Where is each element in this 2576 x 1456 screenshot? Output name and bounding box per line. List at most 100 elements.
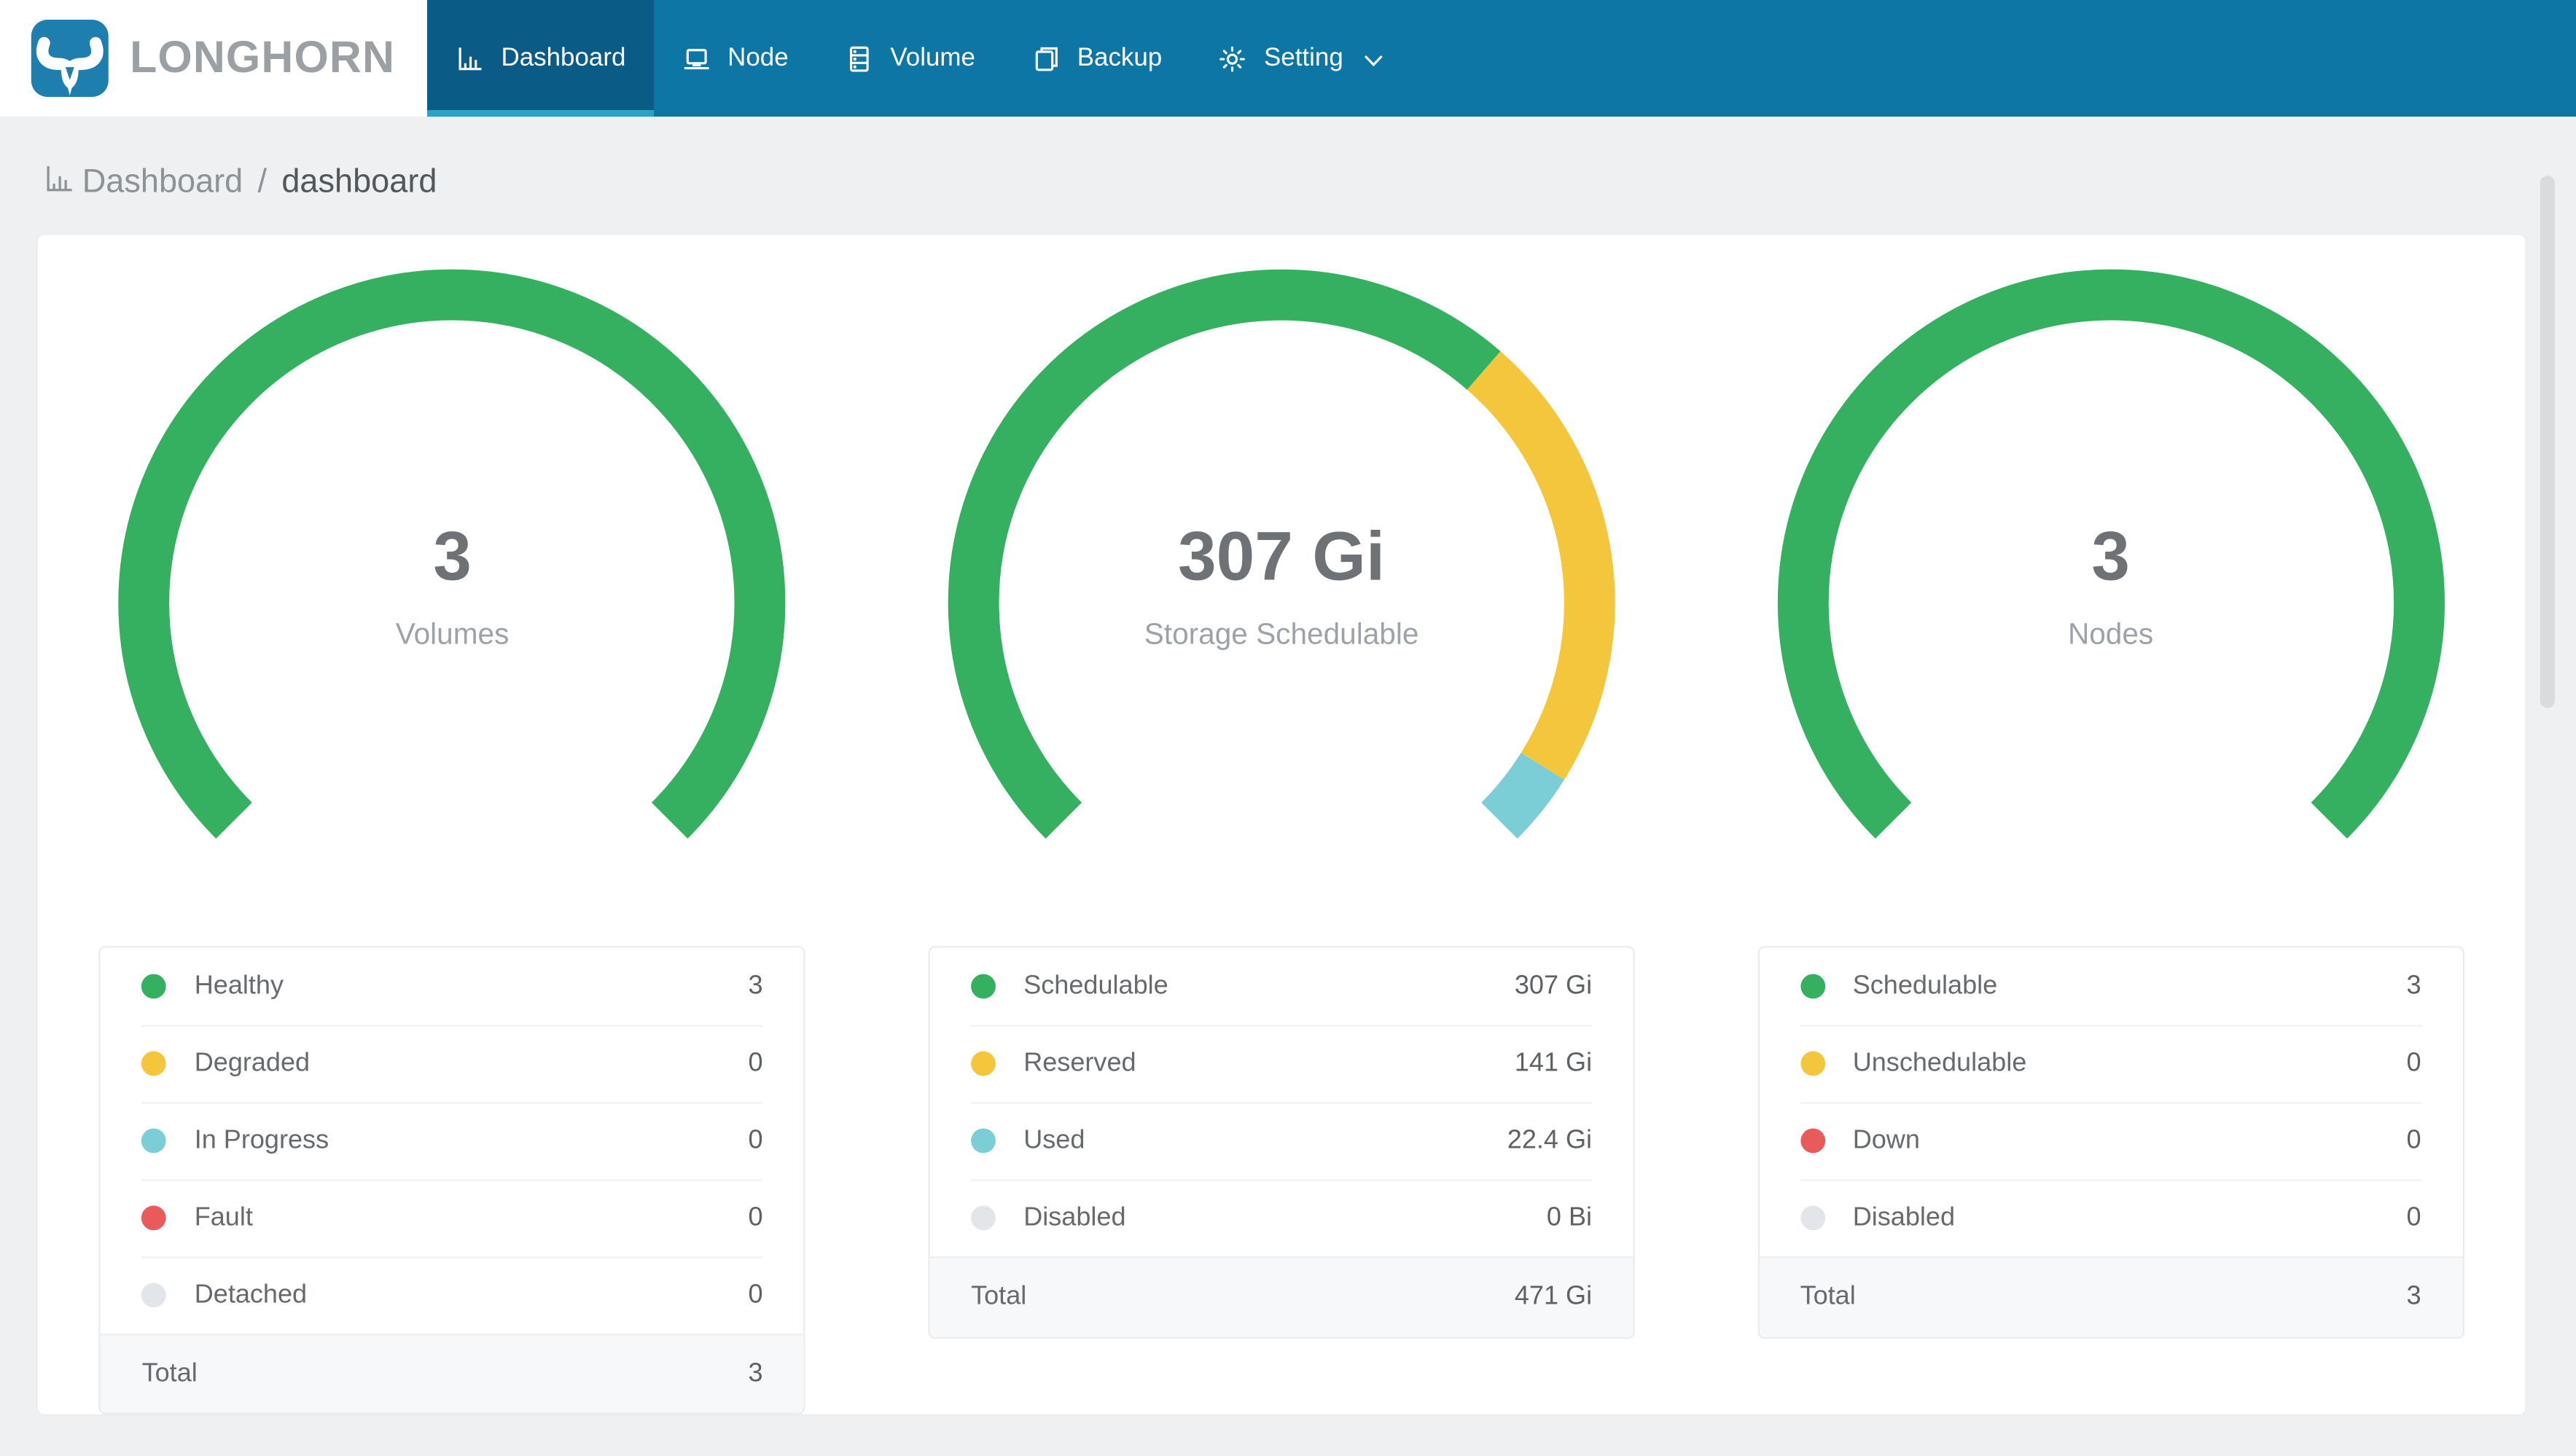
status-dot [1800,1128,1825,1154]
legend-value: 3 [748,971,763,1000]
legend-value: 0 [748,1126,763,1154]
legend-label: In Progress [194,1126,329,1154]
nav-item-label: Dashboard [501,43,626,72]
gauge-ring [948,269,1615,839]
storage-gauge: 307 Gi Storage Schedulable [945,266,1618,939]
status-dot [1800,974,1825,999]
legend-label: Schedulable [1023,971,1168,1000]
status-dot [141,1128,167,1154]
top-navbar: LONGHORN Dashboard Node Volume Backup Se… [0,0,2576,117]
legend-label: Disabled [1852,1203,1956,1232]
nav-item-dashboard[interactable]: Dashboard [427,0,654,117]
status-dot [141,1205,167,1231]
volumes-gauge: 3 Volumes [116,266,789,939]
legend-label: Reserved [1023,1049,1136,1077]
total-label: Total [141,1360,198,1388]
legend-value: 0 [748,1049,763,1077]
nav-item-setting[interactable]: Setting [1190,0,1411,117]
total-value: 3 [748,1360,763,1388]
copy-icon [1031,44,1061,74]
status-dot [141,1283,167,1308]
database-icon [844,44,874,74]
legend-value: 0 [748,1280,763,1309]
legend-label: Down [1852,1126,1920,1154]
legend-row: In Progress 0 [101,1102,804,1179]
legend-label: Schedulable [1852,971,1998,1000]
legend-value: 22.4 Gi [1507,1126,1593,1154]
legend-row: Unschedulable 0 [1759,1025,2462,1102]
gear-icon [1218,44,1248,74]
legend-label: Degraded [194,1049,311,1077]
brand-title: LONGHORN [130,33,396,82]
storage-column: 307 Gi Storage Schedulable Schedulable 3… [867,266,1695,1414]
legend-row: Reserved 141 Gi [930,1025,1634,1102]
legend-row: Schedulable 3 [1759,948,2462,1025]
total-value: 3 [2406,1283,2421,1311]
status-dot [1800,1205,1825,1231]
longhorn-logo-icon [31,20,109,97]
status-dot [1800,1051,1825,1076]
nav-item-volume[interactable]: Volume [816,0,1003,117]
legend-row: Down 0 [1759,1102,2462,1179]
total-label: Total [1800,1283,1856,1311]
nav-item-label: Backup [1077,43,1163,72]
legend-row: Healthy 3 [101,948,804,1025]
nodes-gauge: 3 Nodes [1774,266,2448,939]
longhorn-dashboard-page: LONGHORN Dashboard Node Volume Backup Se… [0,0,2576,1456]
scrollbar-thumb[interactable] [2540,176,2555,708]
brand[interactable]: LONGHORN [0,0,428,117]
legend-row: Disabled 0 Bi [930,1179,1634,1256]
legend-label: Detached [194,1280,308,1309]
status-dot [141,974,167,999]
status-dot [971,1051,996,1076]
breadcrumb-current: dashboard [281,163,437,200]
legend-label: Healthy [194,971,284,1000]
nav-item-label: Setting [1263,43,1343,72]
legend-value: 0 [2406,1203,2421,1232]
bar-chart-icon [455,44,485,74]
status-dot [971,1205,996,1231]
legend-row: Detached 0 [101,1256,804,1334]
legend-label: Unschedulable [1852,1049,2027,1077]
legend-row: Fault 0 [101,1179,804,1256]
nodes-legend-table: Schedulable 3 Unschedulable 0 Down 0 Dis… [1757,946,2464,1339]
legend-value: 307 Gi [1514,971,1593,1000]
total-value: 471 Gi [1514,1283,1593,1311]
status-dot [971,1128,996,1154]
nav-item-backup[interactable]: Backup [1003,0,1190,117]
legend-total-row: Total 3 [101,1334,804,1413]
nav-menu: Dashboard Node Volume Backup Setting [427,0,1410,117]
nav-item-label: Node [727,43,789,72]
nodes-column: 3 Nodes Schedulable 3 Unschedulable 0 Do… [1696,266,2525,1414]
dashboard-card: 3 Volumes Healthy 3 Degraded 0 In Progre… [36,233,2527,1416]
legend-value: 0 [2406,1126,2421,1154]
legend-label: Disabled [1023,1203,1126,1232]
gauge-ring [1777,269,2445,839]
breadcrumb: Dashboard / dashboard [43,160,437,206]
breadcrumb-section[interactable]: Dashboard [82,163,243,201]
chevron-down-icon [1363,54,1383,67]
legend-label: Used [1023,1126,1085,1154]
nav-item-node[interactable]: Node [654,0,816,117]
volumes-legend-table: Healthy 3 Degraded 0 In Progress 0 Fault… [98,946,806,1414]
status-dot [971,974,996,999]
total-label: Total [971,1283,1027,1311]
legend-row: Used 22.4 Gi [930,1102,1634,1179]
legend-total-row: Total 3 [1759,1256,2462,1337]
breadcrumb-separator: / [257,163,268,200]
legend-value: 0 Bi [1546,1203,1593,1232]
volumes-column: 3 Volumes Healthy 3 Degraded 0 In Progre… [38,266,867,1414]
legend-row: Schedulable 307 Gi [930,948,1634,1025]
legend-value: 0 [748,1203,763,1232]
status-dot [141,1051,167,1076]
legend-label: Fault [194,1203,253,1232]
legend-value: 3 [2406,971,2421,1000]
gauge-ring [119,269,787,839]
nav-item-label: Volume [890,43,975,72]
bar-chart-icon [43,163,76,206]
storage-legend-table: Schedulable 307 Gi Reserved 141 Gi Used … [928,946,1635,1339]
laptop-icon [682,44,711,74]
legend-value: 141 Gi [1514,1049,1593,1077]
legend-total-row: Total 471 Gi [929,1256,1634,1337]
legend-row: Degraded 0 [101,1025,804,1102]
